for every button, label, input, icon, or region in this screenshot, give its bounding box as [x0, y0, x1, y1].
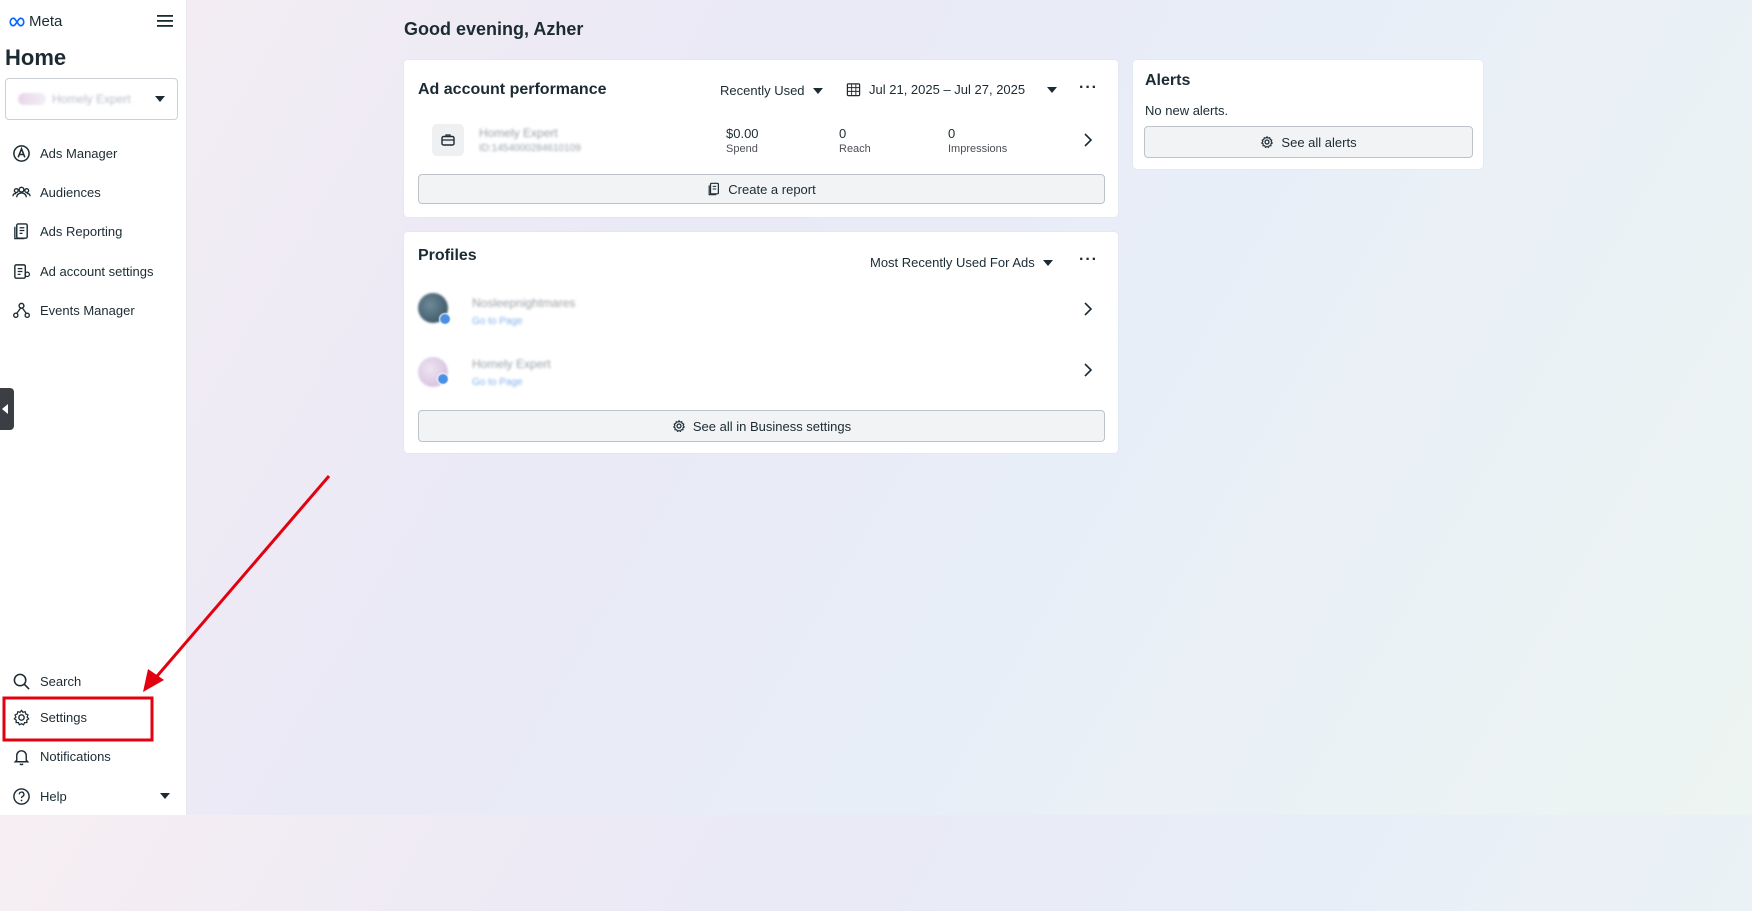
chevron-right-icon[interactable]	[1083, 133, 1093, 147]
ad-account-performance-card: Ad account performance Recently Used Jul…	[404, 60, 1118, 217]
business-settings-button[interactable]: See all in Business settings	[418, 410, 1105, 442]
alerts-card: Alerts No new alerts. See all alerts	[1133, 60, 1483, 169]
page-title: Home	[5, 45, 67, 70]
sidebar-item-label: Help	[40, 788, 67, 804]
sidebar-item-events-manager[interactable]: Events Manager	[12, 297, 135, 323]
chevron-down-icon	[155, 96, 165, 102]
chevron-right-icon[interactable]	[1083, 363, 1093, 377]
go-to-page-link[interactable]: Go to Page	[472, 377, 523, 388]
bell-icon	[13, 749, 30, 765]
alerts-message: No new alerts.	[1145, 103, 1229, 118]
button-label: See all alerts	[1281, 134, 1357, 150]
sidebar-item-label: Settings	[40, 709, 87, 725]
account-settings-icon	[14, 263, 31, 279]
see-all-alerts-button[interactable]: See all alerts	[1144, 126, 1473, 158]
reach-value: 0	[839, 126, 847, 141]
sidebar-item-ads-manager[interactable]: Ads Manager	[12, 140, 117, 166]
go-to-page-link[interactable]: Go to Page	[472, 316, 523, 327]
impressions-value: 0	[948, 126, 956, 141]
page-badge-icon	[437, 373, 449, 385]
button-label: See all in Business settings	[692, 418, 852, 434]
profile-name: Nosleepnightmares	[472, 296, 576, 310]
page-badge-icon	[439, 313, 451, 325]
menu-icon[interactable]	[157, 14, 173, 28]
spend-value: $0.00	[726, 126, 759, 141]
brand-name: Meta	[29, 13, 63, 30]
gear-icon	[13, 708, 30, 726]
date-range-label: Jul 21, 2025 – Jul 27, 2025	[869, 82, 1026, 97]
events-manager-icon	[13, 302, 30, 318]
account-selector-name: Homely Expert	[52, 92, 131, 106]
account-id: ID:1454000284610109	[479, 143, 581, 154]
chevron-down-icon	[1047, 86, 1058, 93]
profiles-sort-dropdown[interactable]: Most Recently Used For Ads	[870, 255, 1053, 270]
profile-name: Homely Expert	[472, 357, 551, 371]
audiences-icon	[12, 186, 31, 197]
spend-label: Spend	[726, 143, 758, 155]
more-options-icon[interactable]: ···	[1079, 79, 1098, 97]
sidebar-item-notifications[interactable]: Notifications	[12, 743, 111, 769]
report-icon	[708, 182, 720, 196]
account-selector[interactable]: Homely Expert	[5, 78, 178, 120]
create-report-button[interactable]: Create a report	[418, 174, 1105, 204]
dropdown-label: Most Recently Used For Ads	[870, 255, 1035, 270]
chevron-down-icon	[1042, 259, 1053, 266]
sidebar-item-label: Search	[40, 673, 82, 689]
button-label: Create a report	[728, 181, 816, 197]
sidebar-item-ads-reporting[interactable]: Ads Reporting	[12, 218, 122, 244]
card-title: Profiles	[418, 247, 477, 264]
help-chevron-down-icon[interactable]	[160, 793, 170, 799]
card-title: Alerts	[1145, 72, 1191, 89]
search-icon	[13, 673, 30, 690]
sidebar-item-help[interactable]: Help	[12, 783, 67, 809]
meta-logo[interactable]: Meta	[8, 13, 62, 30]
impressions-label: Impressions	[948, 143, 1008, 155]
sidebar: Meta Home Homely Expert Ads Manager Audi…	[0, 0, 187, 815]
meta-infinity-icon	[9, 16, 25, 27]
reach-label: Reach	[839, 143, 871, 155]
sidebar-item-audiences[interactable]: Audiences	[12, 179, 101, 205]
account-icon-tile	[432, 124, 464, 156]
recently-used-dropdown[interactable]: Recently Used	[720, 83, 823, 98]
sidebar-item-label: Ads Reporting	[40, 223, 123, 239]
sidebar-item-label: Events Manager	[40, 302, 135, 318]
more-options-icon[interactable]: ···	[1079, 251, 1098, 269]
dropdown-label: Recently Used	[720, 83, 805, 98]
report-icon	[14, 222, 28, 239]
help-icon	[13, 787, 30, 805]
gear-icon	[1261, 135, 1274, 149]
sidebar-item-label: Notifications	[40, 748, 111, 764]
card-title: Ad account performance	[418, 81, 607, 98]
calendar-icon	[846, 83, 861, 97]
briefcase-icon	[441, 134, 455, 146]
sidebar-collapse-handle[interactable]	[0, 388, 14, 430]
gear-icon	[672, 419, 685, 433]
sidebar-item-label: Ads Manager	[40, 145, 118, 161]
ads-manager-icon	[13, 144, 30, 162]
sidebar-item-label: Ad account settings	[40, 263, 154, 279]
profiles-card: Profiles Most Recently Used For Ads ··· …	[404, 232, 1118, 453]
sidebar-item-ad-account-settings[interactable]: Ad account settings	[12, 258, 153, 284]
chevron-down-icon	[812, 87, 823, 94]
date-range-picker[interactable]: Jul 21, 2025 – Jul 27, 2025	[846, 82, 1058, 97]
sidebar-item-search[interactable]: Search	[12, 668, 81, 694]
account-avatar	[18, 93, 46, 105]
sidebar-item-label: Audiences	[40, 184, 101, 200]
account-name[interactable]: Homely Expert	[479, 126, 558, 140]
greeting: Good evening, Azher	[404, 19, 584, 39]
sidebar-item-settings[interactable]: Settings	[12, 704, 87, 730]
chevron-right-icon[interactable]	[1083, 302, 1093, 316]
